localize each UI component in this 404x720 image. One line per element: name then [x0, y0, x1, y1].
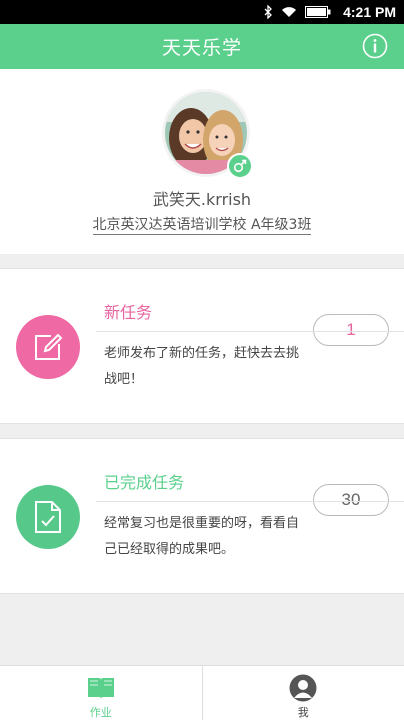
completed-task-description: 经常复习也是很重要的呀，看看自己已经取得的成果吧。 — [104, 516, 300, 557]
info-icon[interactable] — [362, 33, 388, 59]
completed-task-title: 已完成任务 — [104, 473, 185, 492]
bluetooth-icon — [263, 5, 273, 19]
document-check-icon — [16, 485, 80, 549]
new-task-title: 新任务 — [104, 303, 153, 322]
bottom-nav: 作业 我 — [0, 665, 404, 720]
profile-section: 武笑天.krrish 北京英汉达英语培训学校 A年级3班 — [0, 69, 404, 254]
nav-item-me[interactable]: 我 — [201, 666, 404, 720]
app-title: 天天乐学 — [161, 37, 242, 59]
edit-icon — [16, 315, 80, 379]
status-bar: 4:21 PM — [0, 0, 404, 24]
book-icon — [87, 674, 115, 702]
wifi-icon — [281, 6, 297, 18]
divider — [96, 331, 404, 332]
new-task-description: 老师发布了新的任务，赶快去去挑战吧！ — [104, 346, 300, 387]
app-bar: 天天乐学 — [0, 24, 404, 69]
new-task-card[interactable]: 新任务 1 老师发布了新的任务，赶快去去挑战吧！ — [0, 268, 404, 424]
school-class-link[interactable]: 北京英汉达英语培训学校 A年级3班 — [92, 217, 312, 235]
completed-task-count: 30 — [313, 484, 389, 516]
male-icon — [227, 153, 253, 179]
nav-label-homework: 作业 — [89, 706, 112, 719]
clock: 4:21 PM — [343, 4, 396, 20]
battery-icon — [305, 6, 331, 18]
divider — [96, 501, 404, 502]
nav-label-me: 我 — [297, 706, 309, 719]
new-task-count: 1 — [313, 314, 389, 346]
completed-task-card[interactable]: 已完成任务 30 经常复习也是很重要的呀，看看自己已经取得的成果吧。 — [0, 438, 404, 594]
person-icon — [289, 674, 317, 702]
user-name: 武笑天.krrish — [152, 190, 252, 209]
nav-item-homework[interactable]: 作业 — [0, 666, 202, 720]
